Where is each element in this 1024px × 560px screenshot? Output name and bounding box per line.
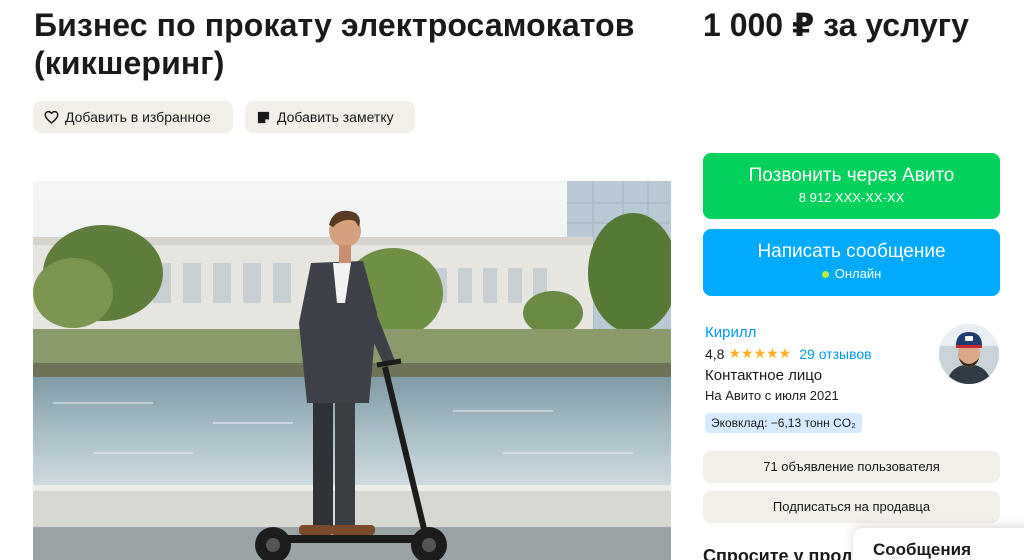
seller-rating: 4,8 ★★★★★ 29 отзывов	[705, 345, 872, 362]
seller-name-link[interactable]: Кирилл	[705, 324, 756, 341]
subscribe-seller-button[interactable]: Подписаться на продавца	[703, 491, 1000, 523]
seller-role: Контактное лицо	[705, 367, 823, 384]
add-to-favorites-button[interactable]: Добавить в избранное	[33, 101, 233, 133]
call-button[interactable]: Позвонить через Авито 8 912 XXX-XX-XX	[703, 153, 1000, 219]
rating-value: 4,8	[705, 345, 725, 362]
heart-icon	[43, 109, 59, 125]
reviews-link[interactable]: 29 отзывов	[799, 346, 871, 362]
call-phone: 8 912 XXX-XX-XX	[798, 190, 905, 205]
seller-avatar[interactable]	[939, 324, 999, 384]
add-note-button[interactable]: Добавить заметку	[245, 101, 415, 133]
seller-since: На Авито с июля 2021	[705, 388, 839, 403]
add-to-favorites-label: Добавить в избранное	[65, 109, 211, 125]
eco-badge: Эковклад: −6,13 тонн CO₂	[705, 413, 862, 433]
listing-price: 1 000 ₽ за услугу	[703, 7, 969, 43]
online-indicator-icon	[821, 270, 829, 278]
user-ads-button[interactable]: 71 объявление пользователя	[703, 451, 1000, 483]
listing-title: Бизнес по прокату электросамокатов (кикш…	[34, 7, 635, 81]
add-note-label: Добавить заметку	[277, 109, 394, 125]
rating-stars-icon: ★★★★★	[728, 345, 792, 361]
write-message-label: Написать сообщение	[757, 241, 946, 262]
note-icon	[255, 109, 271, 125]
online-status: Онлайн	[834, 266, 882, 281]
listing-photo[interactable]	[33, 153, 671, 560]
call-button-label: Позвонить через Авито	[748, 165, 955, 186]
messages-widget-button[interactable]: Сообщения	[853, 528, 1024, 560]
write-message-button[interactable]: Написать сообщение Онлайн	[703, 229, 1000, 296]
